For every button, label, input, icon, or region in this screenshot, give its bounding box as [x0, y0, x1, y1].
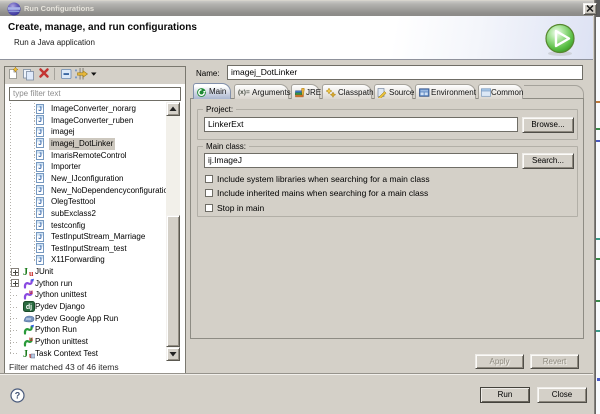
- svg-text:J: J: [23, 267, 28, 277]
- svg-text:J: J: [23, 349, 28, 359]
- svg-text:?: ?: [15, 391, 21, 401]
- svg-text:dj: dj: [26, 304, 32, 311]
